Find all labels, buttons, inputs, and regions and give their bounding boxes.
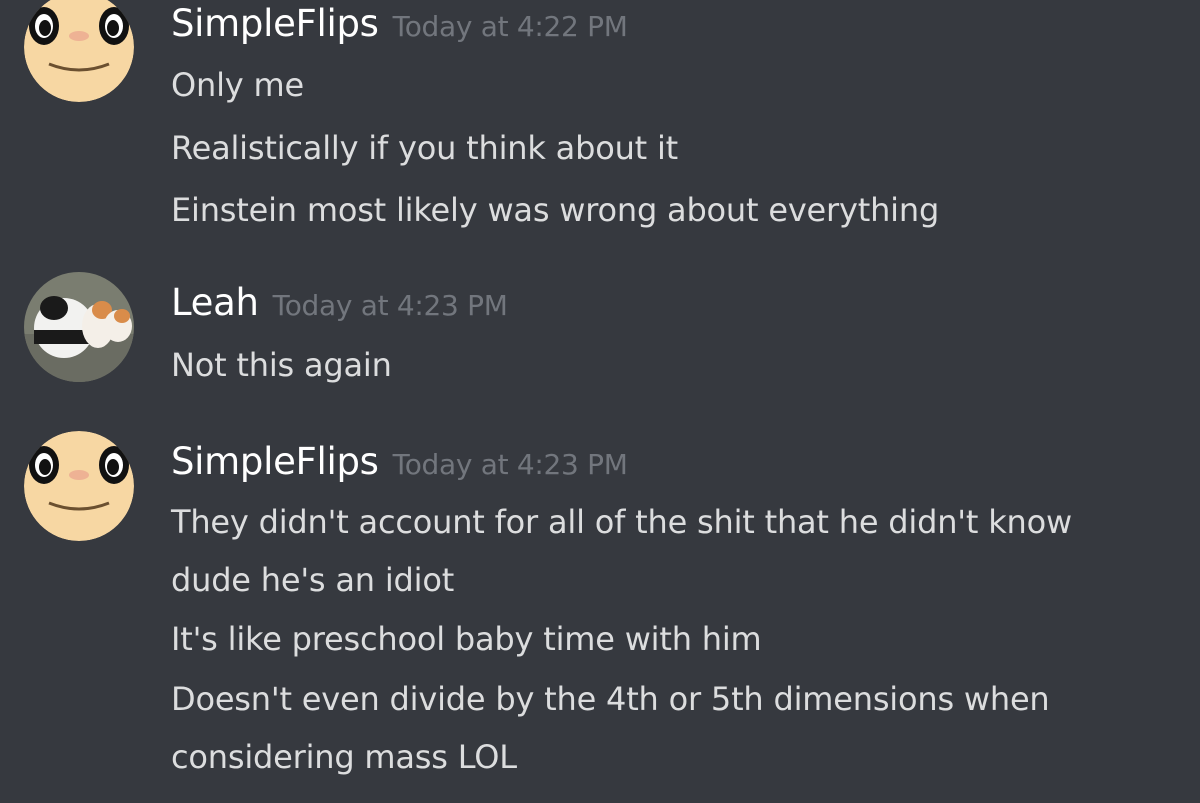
message-timestamp: Today at 4:23 PM <box>392 448 628 481</box>
username[interactable]: SimpleFlips <box>171 2 379 45</box>
panda-and-cat-avatar-icon <box>24 272 134 382</box>
message-timestamp: Today at 4:22 PM <box>392 10 628 43</box>
message-text: They didn't account for all of the shit … <box>171 503 1072 541</box>
username[interactable]: Leah <box>171 281 259 324</box>
user-avatar[interactable] <box>24 0 134 102</box>
message-text: It's like preschool baby time with him <box>171 620 762 658</box>
smiling-face-avatar-icon <box>24 431 134 541</box>
message-text: considering mass LOL <box>171 738 517 776</box>
message-text: Realistically if you think about it <box>171 129 679 167</box>
username[interactable]: SimpleFlips <box>171 440 379 483</box>
user-avatar[interactable] <box>24 272 134 382</box>
message-timestamp: Today at 4:23 PM <box>272 289 508 322</box>
user-avatar[interactable] <box>24 431 134 541</box>
message-text: Only me <box>171 66 304 104</box>
smiling-face-avatar-icon <box>24 0 134 102</box>
message-text: Einstein most likely was wrong about eve… <box>171 191 940 229</box>
message-text: Doesn't even divide by the 4th or 5th di… <box>171 680 1050 718</box>
message-text: dude he's an idiot <box>171 561 455 599</box>
message-text: Not this again <box>171 346 392 384</box>
